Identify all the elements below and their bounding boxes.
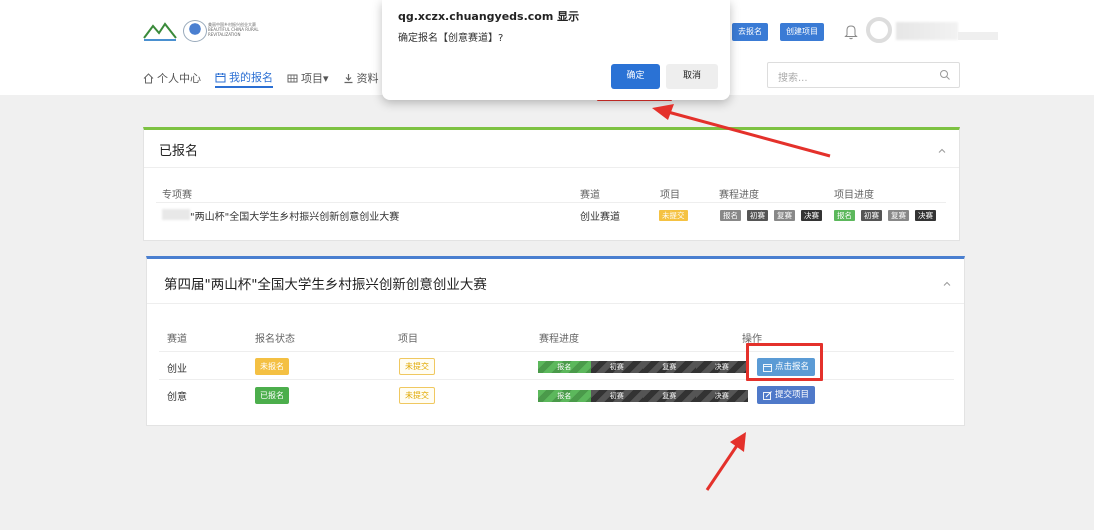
dialog-cancel-button[interactable]: 取消 bbox=[666, 64, 718, 89]
create-project-button[interactable]: 创建项目 bbox=[780, 23, 824, 41]
competition-name: "两山杯"全国大学生乡村振兴创新创意创业大赛 bbox=[190, 212, 400, 223]
nav-label: 项目▾ bbox=[301, 72, 329, 85]
col-header-project: 项目 bbox=[398, 334, 418, 345]
track-name: 创业 bbox=[167, 364, 187, 375]
button-label: 提交项目 bbox=[775, 390, 810, 400]
project-stage-badge: 初赛 bbox=[861, 210, 882, 221]
col-header-track: 赛道 bbox=[580, 190, 600, 201]
track-name: 创业赛道 bbox=[580, 212, 620, 223]
dialog-message: 确定报名【创意赛道】? bbox=[398, 33, 504, 44]
nav-materials[interactable]: 资料 bbox=[343, 68, 379, 88]
registration-status-badge: 已报名 bbox=[255, 387, 289, 404]
calendar-icon bbox=[215, 72, 226, 82]
confirm-dialog: qg.xczx.chuangyeds.com 显示 确定报名【创意赛道】? 确定… bbox=[382, 0, 730, 100]
divider bbox=[159, 379, 954, 380]
avatar[interactable] bbox=[866, 17, 892, 43]
logo-mountain-icon bbox=[143, 22, 177, 41]
search-icon[interactable] bbox=[939, 69, 951, 81]
progress-stage: 决赛 bbox=[695, 390, 748, 402]
progress-stage: 决赛 bbox=[695, 361, 748, 373]
race-stage-badge: 初赛 bbox=[747, 210, 768, 221]
submit-project-button[interactable]: 提交项目 bbox=[757, 386, 816, 404]
race-progress-bar: 报名 初赛 复赛 决赛 bbox=[538, 361, 748, 373]
search-placeholder: 搜索... bbox=[778, 73, 808, 84]
project-status-badge: 未提交 bbox=[659, 210, 688, 221]
col-header-progress: 赛程进度 bbox=[539, 334, 579, 345]
project-status-badge: 未提交 bbox=[399, 358, 435, 375]
col-header-project-progress: 项目进度 bbox=[834, 190, 874, 201]
divider bbox=[147, 303, 964, 304]
highlight-box-register bbox=[746, 343, 823, 381]
competition-card: 第四届"两山杯"全国大学生乡村振兴创新创意创业大赛 赛道 报名状态 项目 赛程进… bbox=[146, 256, 965, 426]
divider bbox=[159, 351, 954, 352]
edit-icon bbox=[763, 390, 772, 400]
project-stage-badge: 复赛 bbox=[888, 210, 909, 221]
main-nav: 个人中心 我的报名 项目▾ 资料 bbox=[143, 68, 379, 88]
registered-card: 已报名 专项赛 赛道 项目 赛程进度 项目进度 "两山杯"全国大学生乡村振兴创新… bbox=[143, 127, 960, 241]
progress-stage: 复赛 bbox=[643, 390, 696, 402]
dialog-origin: qg.xczx.chuangyeds.com 显示 bbox=[398, 10, 580, 23]
competition-title: 第四届"两山杯"全国大学生乡村振兴创新创意创业大赛 bbox=[164, 277, 487, 293]
bell-icon[interactable] bbox=[844, 24, 858, 40]
progress-stage: 报名 bbox=[538, 361, 591, 373]
col-header-race-progress: 赛程进度 bbox=[719, 190, 759, 201]
grid-icon bbox=[287, 74, 298, 82]
divider bbox=[156, 202, 946, 203]
register-button[interactable]: 去报名 bbox=[732, 23, 768, 41]
dialog-ok-button[interactable]: 确定 bbox=[611, 64, 660, 89]
blurred-text bbox=[162, 209, 190, 220]
registered-title: 已报名 bbox=[159, 144, 199, 159]
download-icon bbox=[344, 73, 353, 83]
nav-my-registrations[interactable]: 我的报名 bbox=[215, 68, 273, 88]
divider bbox=[144, 167, 959, 168]
col-header-status: 报名状态 bbox=[255, 334, 295, 345]
race-stage-badge: 复赛 bbox=[774, 210, 795, 221]
nav-label: 资料 bbox=[356, 72, 379, 85]
search-input[interactable]: 搜索... bbox=[767, 62, 960, 88]
logo-emblem-icon bbox=[183, 20, 207, 42]
username-blurred[interactable] bbox=[896, 22, 958, 40]
project-stage-badge: 报名 bbox=[834, 210, 855, 221]
track-name: 创意 bbox=[167, 392, 187, 403]
race-progress-bar: 报名 初赛 复赛 决赛 bbox=[538, 390, 748, 402]
logo-text: 美丽中国乡村振兴创业大赛 BEAUTIFUL CHINA RURAL REVIT… bbox=[208, 22, 259, 37]
nav-personal-center[interactable]: 个人中心 bbox=[143, 68, 201, 88]
nav-projects[interactable]: 项目▾ bbox=[287, 68, 329, 88]
col-header-track: 赛道 bbox=[167, 334, 187, 345]
username-blurred-extra bbox=[958, 32, 998, 40]
nav-label: 我的报名 bbox=[229, 71, 273, 84]
registration-status-badge: 未报名 bbox=[255, 358, 289, 375]
progress-stage: 初赛 bbox=[590, 361, 643, 373]
col-header-project: 项目 bbox=[660, 190, 680, 201]
progress-stage: 复赛 bbox=[643, 361, 696, 373]
race-stage-badge: 报名 bbox=[720, 210, 741, 221]
chevron-up-icon[interactable] bbox=[942, 279, 952, 289]
race-stage-badge: 决赛 bbox=[801, 210, 822, 221]
progress-stage: 报名 bbox=[538, 390, 591, 402]
progress-stage: 初赛 bbox=[590, 390, 643, 402]
nav-label: 个人中心 bbox=[157, 72, 201, 85]
home-icon bbox=[143, 72, 154, 83]
col-header-competition: 专项赛 bbox=[162, 190, 192, 201]
project-status-badge: 未提交 bbox=[399, 387, 435, 404]
project-stage-badge: 决赛 bbox=[915, 210, 936, 221]
chevron-up-icon[interactable] bbox=[937, 146, 947, 156]
